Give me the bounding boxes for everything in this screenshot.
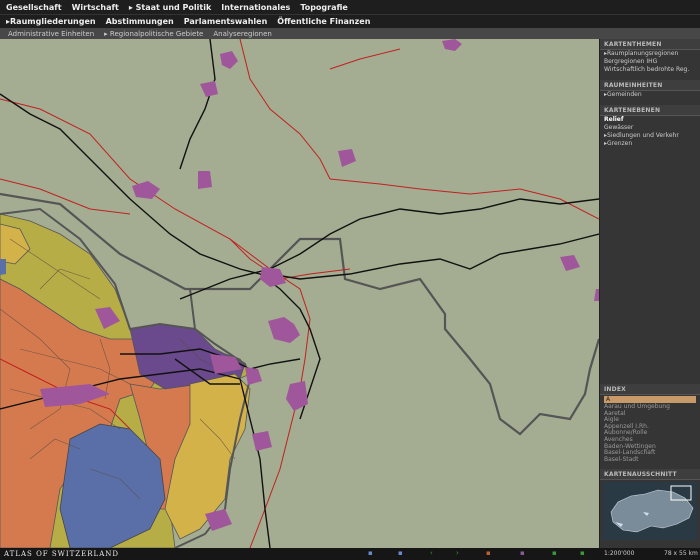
settlement [560,255,580,271]
print-icon[interactable]: ▪ [486,549,491,557]
menu-oeffentliche-finanzen[interactable]: Öffentliche Finanzen [277,17,370,26]
switzerland-outline [610,489,694,533]
kartenthemen-heading: KARTENTHEMEN [600,39,700,50]
settlement [338,149,356,167]
side-panel: KARTENTHEMEN ▸Raumplanungsregionen Bergr… [599,39,700,548]
settlement [252,431,272,451]
settlement [245,367,262,385]
settlement [220,51,238,69]
menu-parlamentswahlen[interactable]: Parlamentswahlen [184,17,268,26]
forward-arrow-icon[interactable]: › [456,549,459,557]
tool-icon[interactable]: ▪ [552,549,557,557]
menu-gesellschaft[interactable]: Gesellschaft [6,3,62,12]
raumeinheiten-section: RAUMEINHEITEN ▸Gemeinden [600,80,700,99]
raumeinheiten-heading: RAUMEINHEITEN [600,80,700,91]
layer-relief[interactable]: Relief [600,116,700,124]
map-view[interactable] [0,39,599,548]
theme-bergregionen[interactable]: Bergregionen IHG [600,58,700,66]
unit-gemeinden[interactable]: ▸Gemeinden [600,91,700,99]
overview-map[interactable] [603,482,697,540]
theme-wirtschaftlich-bedrohte[interactable]: Wirtschaftlich bedrohte Reg. [600,66,700,74]
map-tool-icon[interactable]: ▪ [368,549,373,557]
sub-menu: ▸Raumgliederungen Abstimmungen Parlament… [0,14,700,28]
exit-icon[interactable]: ▪ [580,549,585,557]
map-scale: 1:200'000 [604,550,635,557]
map-dimensions: 78 x 55 km [664,550,698,557]
menu-administrative-einheiten[interactable]: Administrative Einheiten [8,30,94,38]
theme-raumplanungsregionen[interactable]: ▸Raumplanungsregionen [600,50,700,58]
menu-analyseregionen[interactable]: Analyseregionen [213,30,271,38]
menu-raumgliederungen[interactable]: ▸Raumgliederungen [6,17,96,26]
help-icon[interactable]: ▪ [520,549,525,557]
settlement [200,81,218,97]
menu-topografie[interactable]: Topografie [300,3,348,12]
sub-sub-menu: Administrative Einheiten ▸ Regionalpolit… [0,28,700,39]
menu-internationales[interactable]: Internationales [221,3,290,12]
map-canvas [0,39,599,548]
kartenebenen-heading: KARTENEBENEN [600,105,700,116]
layer-grenzen[interactable]: ▸Grenzen [600,140,700,148]
index-section: INDEX A Aarau und Umgebung Aaretal Aigle… [600,384,700,463]
layer-gewaesser[interactable]: Gewässer [600,124,700,132]
kartenausschnitt-section: KARTENAUSSCHNITT [600,469,700,542]
menu-regionalpolitische-gebiete[interactable]: ▸ Regionalpolitische Gebiete [104,30,203,38]
footer-bar: ATLAS OF SWITZERLAND ▪ ▪ ‹ › ▪ ▪ ▪ ▪ 1:2… [0,548,700,560]
back-arrow-icon[interactable]: ‹ [430,549,433,557]
menu-wirtschaft[interactable]: Wirtschaft [72,3,119,12]
layers-icon[interactable]: ▪ [398,549,403,557]
settlement [198,171,212,189]
main-menu: Gesellschaft Wirtschaft ▸ Staat und Poli… [0,0,700,14]
atlas-logo: ATLAS OF SWITZERLAND [4,550,119,558]
overview-map-canvas [610,485,694,533]
region-blue-small [0,259,6,275]
settlement [442,39,462,51]
settlement [260,267,286,287]
index-selected-letter[interactable]: A [604,396,696,403]
menu-staat-und-politik[interactable]: ▸ Staat und Politik [129,3,211,12]
settlement [268,317,300,343]
kartenebenen-section: KARTENEBENEN Relief Gewässer ▸Siedlungen… [600,105,700,148]
menu-abstimmungen[interactable]: Abstimmungen [106,17,174,26]
index-item[interactable]: Basel-Stadt [600,456,700,464]
kartenausschnitt-heading: KARTENAUSSCHNITT [600,469,700,480]
kartenthemen-section: KARTENTHEMEN ▸Raumplanungsregionen Bergr… [600,39,700,74]
index-heading: INDEX [600,384,700,395]
layer-siedlungen-verkehr[interactable]: ▸Siedlungen und Verkehr [600,132,700,140]
index-list: Aarau und Umgebung Aaretal Aigle Appenze… [600,403,700,464]
